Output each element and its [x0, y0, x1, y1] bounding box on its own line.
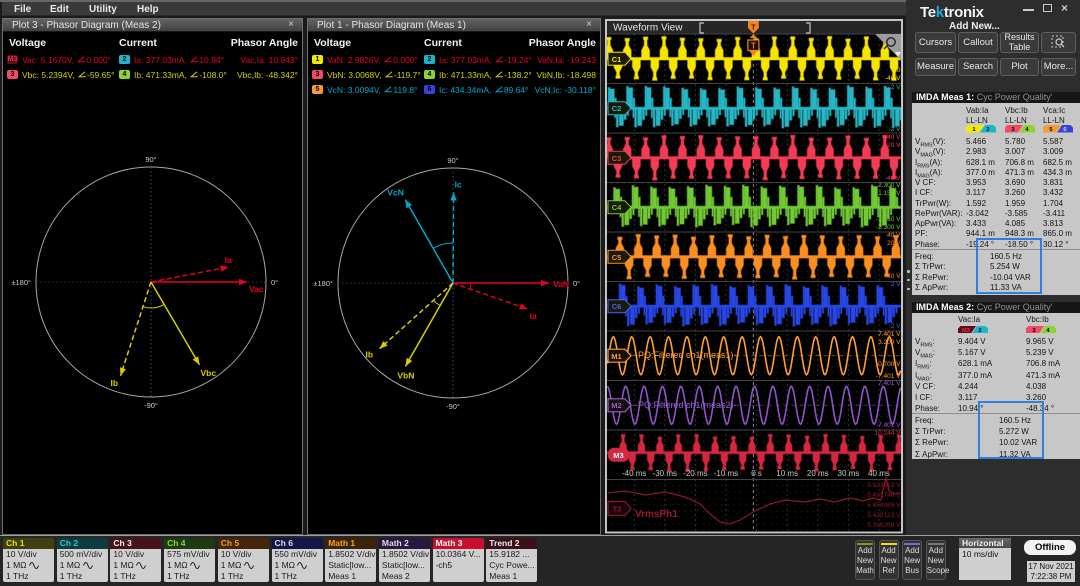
svg-text:2 V: 2 V: [891, 281, 901, 288]
svg-text:T2: T2: [613, 505, 622, 514]
svg-text:-20: -20: [891, 67, 901, 74]
svg-text:C3: C3: [612, 154, 622, 163]
svg-text:M3: M3: [613, 451, 623, 460]
svg-text:5.523612 V: 5.523612 V: [867, 482, 901, 489]
svg-text:5.428123 V: 5.428123 V: [867, 512, 901, 519]
svg-text:±180°: ±180°: [313, 279, 333, 288]
svg-text:Ic: Ic: [455, 179, 462, 189]
svg-text:±180°: ±180°: [11, 278, 31, 287]
svg-text:5.396266 V: 5.396266 V: [867, 522, 901, 529]
svg-text:-2 V: -2 V: [889, 323, 902, 330]
svg-text:20 V: 20 V: [887, 142, 901, 149]
svg-text:2 V: 2 V: [891, 84, 901, 91]
svg-text:40 ms: 40 ms: [868, 469, 890, 478]
svg-text:Vbc: Vbc: [201, 368, 217, 378]
svg-text:-1.150 V: -1.150 V: [876, 216, 901, 223]
svg-text:C6: C6: [612, 302, 622, 311]
svg-text:5.491746 V: 5.491746 V: [867, 492, 901, 499]
svg-text:-40 ms: -40 ms: [622, 469, 646, 478]
svg-text:-30 ms: -30 ms: [653, 469, 677, 478]
svg-text:Vac: Vac: [249, 284, 264, 294]
svg-text:10.244 V: 10.244 V: [874, 430, 901, 437]
svg-text:2: 2: [978, 328, 981, 334]
svg-text:VaN: VaN: [553, 279, 569, 289]
svg-text:5.459989 V: 5.459989 V: [867, 502, 901, 509]
svg-text:C1: C1: [612, 55, 622, 64]
svg-text:C5: C5: [612, 253, 622, 262]
svg-text:M1: M1: [611, 352, 621, 361]
svg-text:2.300 V: 2.300 V: [878, 182, 901, 189]
svg-text:-2 V: -2 V: [889, 126, 902, 133]
svg-text:VbN: VbN: [397, 370, 414, 380]
svg-text:-7.401 V: -7.401 V: [876, 422, 901, 429]
svg-text:-40 V: -40 V: [885, 175, 901, 182]
svg-text:90°: 90°: [145, 155, 156, 164]
svg-text:C4: C4: [612, 203, 622, 212]
svg-text:T: T: [751, 23, 756, 32]
svg-text:-90°: -90°: [446, 402, 460, 411]
svg-text:Ia: Ia: [225, 255, 232, 265]
svg-text:1.150 V: 1.150 V: [878, 190, 901, 197]
svg-text:20 ms: 20 ms: [807, 469, 829, 478]
svg-text:0°: 0°: [271, 278, 278, 287]
svg-text:Ia: Ia: [530, 311, 537, 321]
svg-text:-10 ms: -10 ms: [714, 469, 738, 478]
svg-text:0.700 V: 0.700 V: [878, 361, 901, 368]
svg-text:3.200 V: 3.200 V: [878, 339, 901, 346]
svg-text:Waveform View: Waveform View: [613, 23, 683, 34]
svg-text:40 V: 40 V: [887, 232, 901, 239]
svg-text:VcN: VcN: [387, 188, 404, 198]
svg-text:M3: M3: [962, 328, 971, 334]
svg-text:0°: 0°: [573, 279, 580, 288]
svg-text:-2.300 V: -2.300 V: [876, 224, 901, 231]
svg-text:-PQ:Filtered ch1(meas1)-: -PQ:Filtered ch1(meas1)-: [635, 350, 737, 360]
svg-text:-PQ:Filtered ch1(meas2)-: -PQ:Filtered ch1(meas2)-: [635, 400, 737, 410]
svg-text:2: 2: [986, 127, 989, 133]
svg-text:0 s: 0 s: [751, 469, 762, 478]
svg-text:-40 V: -40 V: [885, 273, 901, 280]
svg-text:7.401 V: 7.401 V: [878, 331, 901, 338]
svg-text:T: T: [751, 42, 756, 51]
svg-text:90°: 90°: [447, 156, 458, 165]
svg-text:30 ms: 30 ms: [838, 469, 860, 478]
svg-text:-7.401 V: -7.401 V: [876, 373, 901, 380]
svg-text:Ib: Ib: [111, 378, 119, 388]
svg-text:20 V: 20 V: [887, 240, 901, 247]
svg-text:M2: M2: [611, 401, 621, 410]
svg-text:C2: C2: [612, 104, 622, 113]
svg-text:-20 ms: -20 ms: [683, 469, 707, 478]
svg-text:7.401 V: 7.401 V: [878, 380, 901, 387]
svg-text:-90°: -90°: [144, 401, 158, 410]
svg-text:VrmsPh1: VrmsPh1: [635, 509, 678, 520]
svg-text:40 V: 40 V: [887, 134, 901, 141]
svg-text:-40 V: -40 V: [885, 75, 901, 82]
svg-text:10 ms: 10 ms: [776, 469, 798, 478]
svg-text:Ib: Ib: [366, 350, 374, 360]
